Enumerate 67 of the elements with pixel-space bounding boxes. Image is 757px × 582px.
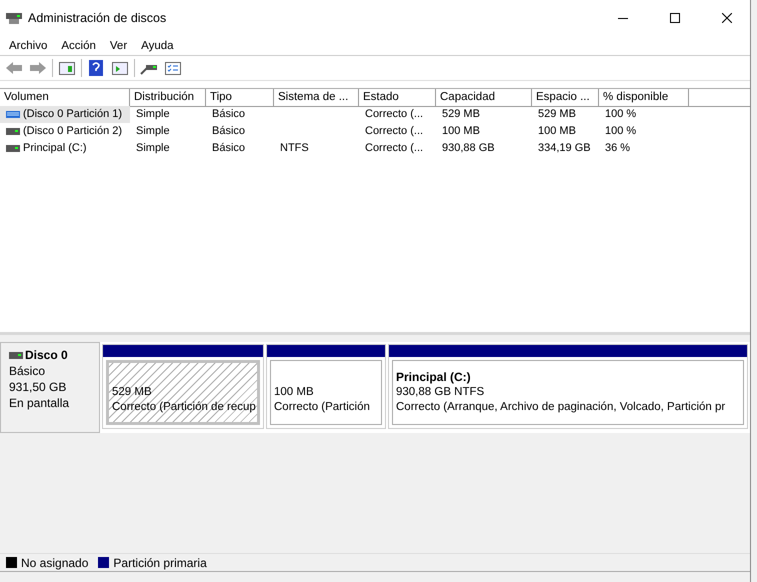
table-cell-text: Básico bbox=[211, 124, 246, 139]
volume-name: (Disco 0 Partición 2) bbox=[23, 124, 122, 139]
maximize-icon bbox=[670, 13, 680, 23]
close-icon bbox=[722, 13, 732, 23]
column-header[interactable]: Espacio ... bbox=[532, 89, 599, 107]
volume-name: Principal (C:) bbox=[23, 141, 87, 156]
table-cell-text: Simple bbox=[135, 141, 171, 156]
drive-icon bbox=[9, 352, 23, 358]
console-tree-button[interactable] bbox=[57, 59, 77, 77]
partition-block[interactable]: Principal (C:) 930,88 GB NTFS Correcto (Arranque, Archivo de paginación, Volcado, Partición pr bbox=[392, 360, 744, 425]
table-cell-text: 100 MB bbox=[441, 124, 481, 139]
legend-label: Partición primaria bbox=[113, 556, 207, 570]
column-header[interactable]: Tipo bbox=[206, 89, 274, 107]
partition-status: Correcto (Partición de recup bbox=[112, 400, 254, 415]
disk-name: Disco 0 bbox=[25, 347, 68, 363]
disk-drive-icon bbox=[6, 11, 22, 25]
partition-size: 529 MB bbox=[112, 385, 153, 400]
partition-status: Correcto (Partición bbox=[274, 400, 371, 415]
table-cell-text: 100 % bbox=[604, 124, 638, 139]
column-header[interactable]: Distribución bbox=[130, 89, 206, 107]
volume-cell[interactable]: Principal (C:) bbox=[0, 140, 130, 157]
drive-icon bbox=[6, 145, 20, 152]
table-cell-text: 930,88 GB bbox=[441, 141, 496, 156]
table-cell-text: 100 MB bbox=[537, 124, 577, 139]
column-header[interactable]: % disponible bbox=[599, 89, 689, 107]
forward-button[interactable] bbox=[28, 59, 48, 77]
menu-item[interactable]: Archivo bbox=[2, 40, 54, 52]
table-cell-text: 529 MB bbox=[441, 107, 481, 122]
table-cell-text: Correcto (... bbox=[364, 124, 424, 139]
table-cell-text: Básico bbox=[211, 107, 246, 122]
table-cell-text: 36 % bbox=[604, 141, 632, 156]
window-title: Administración de discos bbox=[28, 11, 168, 25]
table-cell-text: 529 MB bbox=[537, 107, 577, 122]
volume-name: (Disco 0 Partición 1) bbox=[23, 107, 122, 122]
column-header[interactable]: Estado bbox=[359, 89, 436, 107]
column-header[interactable]: Capacidad bbox=[436, 89, 532, 107]
table-cell-text: Básico bbox=[211, 141, 246, 156]
drive-icon bbox=[6, 128, 20, 135]
menu-item[interactable]: Ayuda bbox=[134, 40, 181, 52]
help-button[interactable] bbox=[86, 59, 106, 77]
action-pane-button[interactable] bbox=[110, 59, 130, 77]
partition-status: Correcto (Arranque, Archivo de paginación, Volcado, Partición pr bbox=[396, 400, 726, 415]
back-button[interactable] bbox=[4, 59, 24, 77]
column-header[interactable]: Sistema de ... bbox=[274, 89, 359, 107]
table-cell-text: Correcto (... bbox=[364, 141, 424, 156]
table-cell-text: Correcto (... bbox=[364, 107, 424, 122]
menu-item[interactable]: Acción bbox=[54, 40, 103, 52]
table-cell-text: Simple bbox=[135, 124, 171, 139]
table-cell-text: 334,19 GB bbox=[537, 141, 592, 156]
volume-cell[interactable]: (Disco 0 Partición 2) bbox=[0, 123, 130, 140]
table-cell-text: NTFS bbox=[279, 141, 310, 156]
disk-size: 931,50 GB bbox=[9, 379, 68, 395]
table-cell-text: Simple bbox=[135, 107, 171, 122]
legend-label: No asignado bbox=[21, 556, 88, 570]
disk-type: Básico bbox=[9, 363, 46, 379]
table-cell-text: 100 % bbox=[604, 107, 638, 122]
disk-status: En pantalla bbox=[9, 395, 70, 411]
partition-title: Principal (C:) bbox=[396, 370, 472, 385]
checklist-button[interactable] bbox=[163, 59, 183, 77]
partition-block[interactable]: 100 MB Correcto (Partición bbox=[270, 360, 382, 425]
partition-block[interactable]: 529 MB Correcto (Partición de recup bbox=[106, 360, 260, 425]
partition-size: 930,88 GB NTFS bbox=[396, 385, 486, 400]
drive-icon bbox=[6, 111, 20, 118]
volume-cell[interactable]: (Disco 0 Partición 1) bbox=[0, 106, 130, 123]
disk-info-panel[interactable]: Disco 0 Básico 931,50 GB En pantalla bbox=[0, 342, 100, 433]
partition-size: 100 MB bbox=[274, 385, 315, 400]
menu-item[interactable]: Ver bbox=[102, 40, 134, 52]
